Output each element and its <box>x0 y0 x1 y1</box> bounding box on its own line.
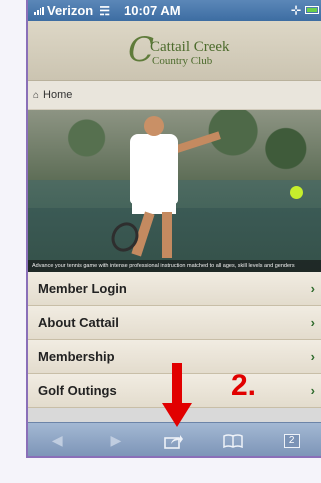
bookmarks-glyph <box>223 433 243 448</box>
browser-toolbar: ◀ ▶ 2 <box>28 422 321 456</box>
logo-title: Cattail Creek <box>150 39 230 55</box>
breadcrumb: ⌂ Home <box>28 81 321 110</box>
tabs-icon[interactable]: 2 <box>278 429 306 453</box>
bookmarks-icon[interactable] <box>219 429 247 453</box>
chevron-right-icon: › <box>310 383 315 398</box>
hero-caption: Advance your tennis game with intense pr… <box>28 260 321 272</box>
hero-image: Advance your tennis game with intense pr… <box>28 110 321 272</box>
tabs-count: 2 <box>283 433 300 448</box>
signal-icon <box>34 6 44 15</box>
battery-icon <box>305 6 319 14</box>
menu-item-label: Membership <box>38 349 115 364</box>
status-bar: Verizon ☴ 10:07 AM ⊹ <box>28 0 321 21</box>
hero-player-leg <box>162 212 172 258</box>
forward-icon[interactable]: ▶ <box>102 429 130 453</box>
share-icon[interactable] <box>160 429 188 453</box>
share-glyph <box>164 434 184 449</box>
hero-player-shorts <box>132 188 176 214</box>
menu-item-about-cattail[interactable]: About Cattail › <box>28 306 321 340</box>
menu-item-member-login[interactable]: Member Login › <box>28 272 321 306</box>
site-header: C Cattail Creek Country Club <box>28 21 321 81</box>
home-icon[interactable]: ⌂ <box>33 90 39 101</box>
screenshot-frame: Verizon ☴ 10:07 AM ⊹ C Cattail Creek Cou… <box>0 0 321 483</box>
menu-item-label: About Cattail <box>38 315 119 330</box>
carrier-name: Verizon <box>47 3 94 18</box>
back-icon[interactable]: ◀ <box>43 429 71 453</box>
status-time: 10:07 AM <box>124 3 181 18</box>
chevron-right-icon: › <box>310 281 315 296</box>
annotation-arrow <box>162 363 192 427</box>
bluetooth-icon: ⊹ <box>290 3 301 17</box>
annotation-step-label: 2. <box>231 369 257 402</box>
club-logo[interactable]: C Cattail Creek Country Club <box>128 33 278 73</box>
menu-item-label: Member Login <box>38 281 127 296</box>
hero-tennis-ball <box>290 186 303 199</box>
logo-subtitle: Country Club <box>152 55 213 67</box>
chevron-right-icon: › <box>310 349 315 364</box>
annotation-arrow-head <box>162 403 192 427</box>
menu-item-label: Golf Outings <box>38 383 117 398</box>
wifi-icon: ☴ <box>99 3 111 18</box>
breadcrumb-home-link[interactable]: Home <box>43 89 72 101</box>
hero-player-head <box>144 116 164 136</box>
chevron-right-icon: › <box>310 315 315 330</box>
annotation-arrow-shaft <box>172 363 182 405</box>
